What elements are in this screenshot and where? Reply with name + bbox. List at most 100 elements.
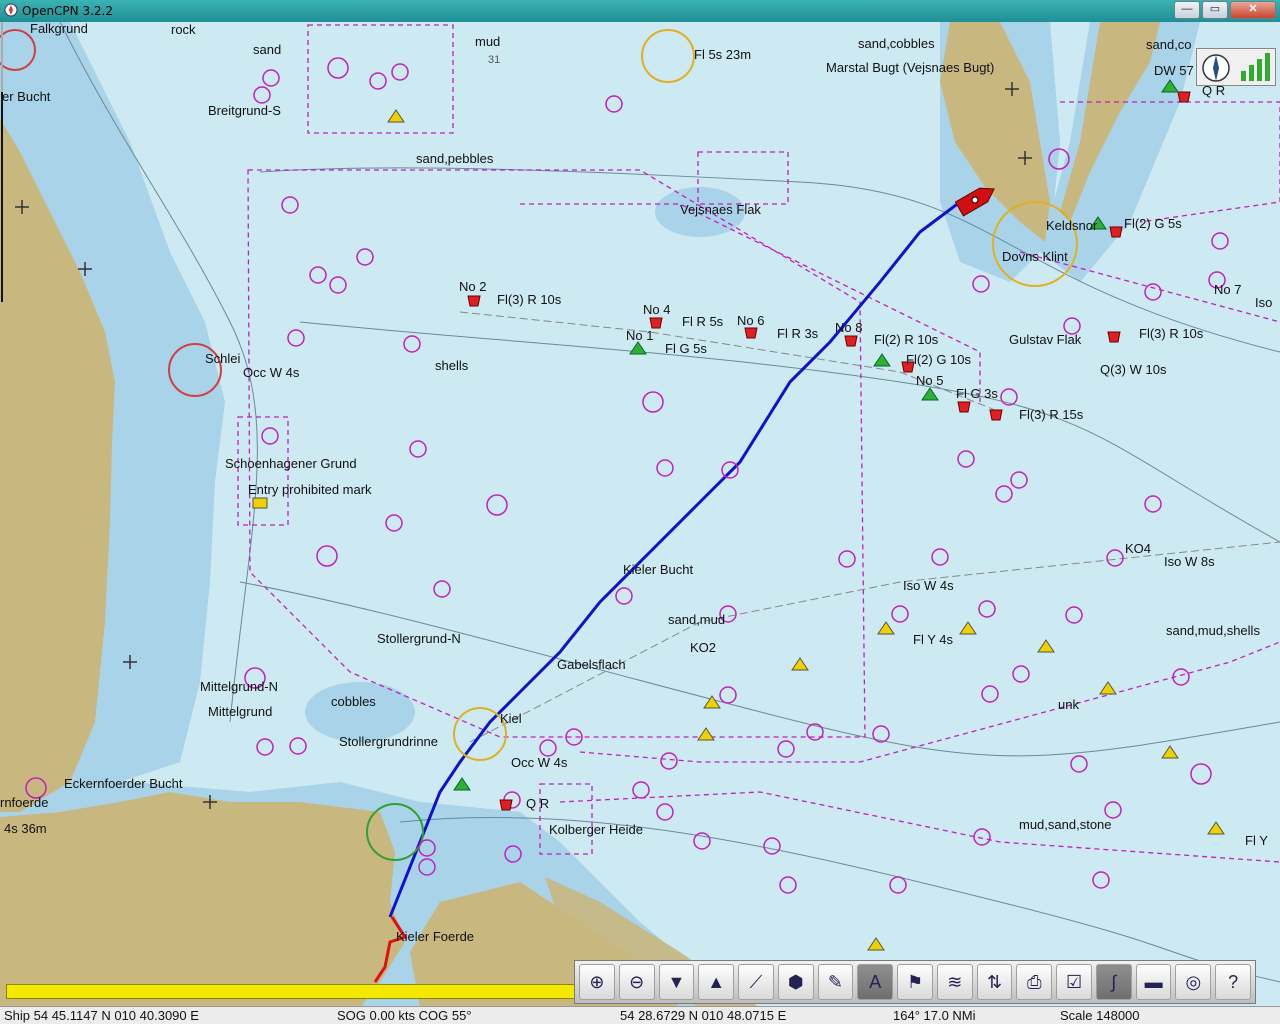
opencpn-logo-icon: [4, 3, 18, 17]
route-icon: ⟋: [749, 971, 763, 992]
chart-label: Dovns Klint: [1002, 249, 1068, 264]
mob-button[interactable]: ◎: [1175, 964, 1212, 1000]
title-bar: OpenCPN 3.2.2 — ▭ ✕: [0, 0, 1280, 22]
chart-label: Schoenhagener Grund: [225, 456, 357, 471]
color-scheme-button[interactable]: ▬: [1135, 964, 1172, 1000]
text-toggle-icon: A: [869, 971, 882, 992]
chart-label: No 7: [1214, 282, 1242, 297]
chart-label: Schlei: [205, 351, 241, 366]
zoom-out-button[interactable]: ⊖: [618, 964, 655, 1000]
bearing-distance: 164° 17.0 NMi: [893, 1008, 976, 1023]
chart-label: mud,sand,stone: [1019, 817, 1112, 832]
text-toggle-button[interactable]: A: [857, 964, 894, 1000]
chart-label: Fl 5s 23m: [694, 47, 752, 62]
chart-label: sand: [253, 42, 282, 57]
chart-label: Gabelsflach: [557, 657, 626, 672]
scale-in-icon: ▼: [667, 971, 686, 992]
mob-icon: ◎: [1185, 971, 1202, 992]
chart-label: Kiel: [500, 711, 522, 726]
chart-label: No 4: [643, 302, 671, 317]
chart-label: Fl Y 4s: [913, 632, 953, 647]
auto-follow-icon: ⬢: [787, 971, 804, 992]
ship-position: Ship 54 45.1147 N 010 40.3090 E: [4, 1008, 199, 1023]
print-icon: ⎙: [1027, 971, 1042, 992]
chart-label: er Bucht: [2, 89, 51, 104]
chart-label: Entry prohibited mark: [248, 482, 372, 497]
maximize-button[interactable]: ▭: [1202, 1, 1228, 19]
chart-label: Mittelgrund: [208, 704, 273, 719]
current-button[interactable]: ⚑: [897, 964, 933, 1000]
main-toolbar: ⊕ ⊖ ▼ ▲ ⟋ ⬢ ✎ A ⚑ ≋ ⇅ ⎙ ☑ ∫ ▬ ◎ ?: [574, 960, 1256, 1004]
chart-label: DW 57: [1154, 63, 1194, 78]
settings-button[interactable]: ✎: [817, 964, 854, 1000]
chart-label: Iso W 8s: [1164, 554, 1215, 569]
chart-label: mud: [475, 34, 501, 49]
chart-label: No 2: [459, 279, 487, 294]
sog-cog: SOG 0.00 kts COG 55°: [337, 1008, 472, 1023]
chart-label: Q(3) W 10s: [1100, 362, 1167, 377]
scale-in-button[interactable]: ▼: [658, 964, 695, 1000]
route-manager-button[interactable]: ☑: [1056, 964, 1092, 1000]
chart-label: Occ W 4s: [243, 365, 300, 380]
chart-label: shells: [435, 358, 469, 373]
chart-label: rnfoerde: [0, 795, 49, 810]
chart-label: Breitgrund-S: [208, 103, 281, 118]
help-button[interactable]: ?: [1215, 964, 1252, 1000]
chart-label: Marstal Bugt (Vejsnaes Bugt): [826, 60, 995, 75]
chart-label: Iso W 4s: [903, 578, 954, 593]
scale-out-icon: ▲: [707, 971, 726, 992]
chart-label: unk: [1058, 697, 1079, 712]
chart-label: Fl(2) G 5s: [1124, 216, 1182, 231]
chart-label: No 8: [835, 320, 863, 335]
chart-label: sand,mud,shells: [1166, 623, 1260, 638]
create-route-button[interactable]: ⟋: [738, 964, 774, 1000]
chart-label: Gulstav Flak: [1009, 332, 1082, 347]
chart-label: Fl Y: [1245, 833, 1268, 848]
chart-label: Q R: [526, 796, 550, 811]
chart-label: Kieler Bucht: [623, 562, 694, 577]
chart-label: Fl(2) G 10s: [906, 352, 972, 367]
track-icon: ∫: [1111, 971, 1117, 992]
zoom-in-button[interactable]: ⊕: [579, 964, 615, 1000]
tide-button[interactable]: ≋: [936, 964, 973, 1000]
chart-label: Occ W 4s: [511, 755, 568, 770]
chart-label: rock: [171, 22, 196, 37]
chart-label: Kieler Foerde: [396, 929, 475, 944]
close-button[interactable]: ✕: [1230, 1, 1276, 19]
settings-icon: ✎: [827, 971, 844, 992]
chart-label: sand,pebbles: [416, 151, 494, 166]
nautical-chart: [0, 22, 1280, 1008]
compass-widget[interactable]: [1196, 48, 1276, 86]
color-scheme-icon: ▬: [1144, 971, 1163, 992]
current-icon: ⚑: [906, 971, 924, 992]
chart-label: cobbles: [331, 694, 376, 709]
chart-label: Kolberger Heide: [549, 822, 643, 837]
print-button[interactable]: ⎙: [1016, 964, 1053, 1000]
chart-label: Fl G 3s: [956, 386, 998, 401]
depth-label: 31: [488, 54, 501, 66]
chart-label: sand,co: [1146, 37, 1192, 52]
chart-label: No 5: [916, 373, 944, 388]
track-button[interactable]: ∫: [1095, 964, 1132, 1000]
chart-label: No 1: [626, 328, 654, 343]
chart-canvas[interactable]: Falkgrund rock sand mud 31 Breitgrund-S …: [0, 22, 1280, 1008]
chart-label: Falkgrund: [30, 22, 88, 36]
minimize-button[interactable]: —: [1174, 1, 1200, 19]
chart-label: KO2: [690, 640, 717, 655]
chart-label: Fl G 5s: [665, 341, 707, 356]
progress-bar: [6, 984, 576, 999]
zoom-in-icon: ⊕: [589, 971, 605, 992]
chart-label: Eckernfoerder Bucht: [64, 776, 183, 791]
chart-label: Vejsnaes Flak: [680, 202, 761, 217]
chart-label: Fl(3) R 15s: [1019, 407, 1084, 422]
scale-out-button[interactable]: ▲: [698, 964, 735, 1000]
current-arrow-button[interactable]: ⇅: [976, 964, 1013, 1000]
current-arrow-icon: ⇅: [986, 971, 1003, 992]
route-manager-icon: ☑: [1066, 971, 1083, 992]
auto-follow-button[interactable]: ⬢: [777, 964, 814, 1000]
chart-label: 4s 36m: [4, 821, 47, 836]
chart-scale: Scale 148000: [1060, 1008, 1140, 1023]
chart-label: No 6: [737, 313, 765, 328]
status-bar: Ship 54 45.1147 N 010 40.3090 E SOG 0.00…: [0, 1006, 1280, 1024]
chart-label: sand,mud: [668, 612, 726, 627]
